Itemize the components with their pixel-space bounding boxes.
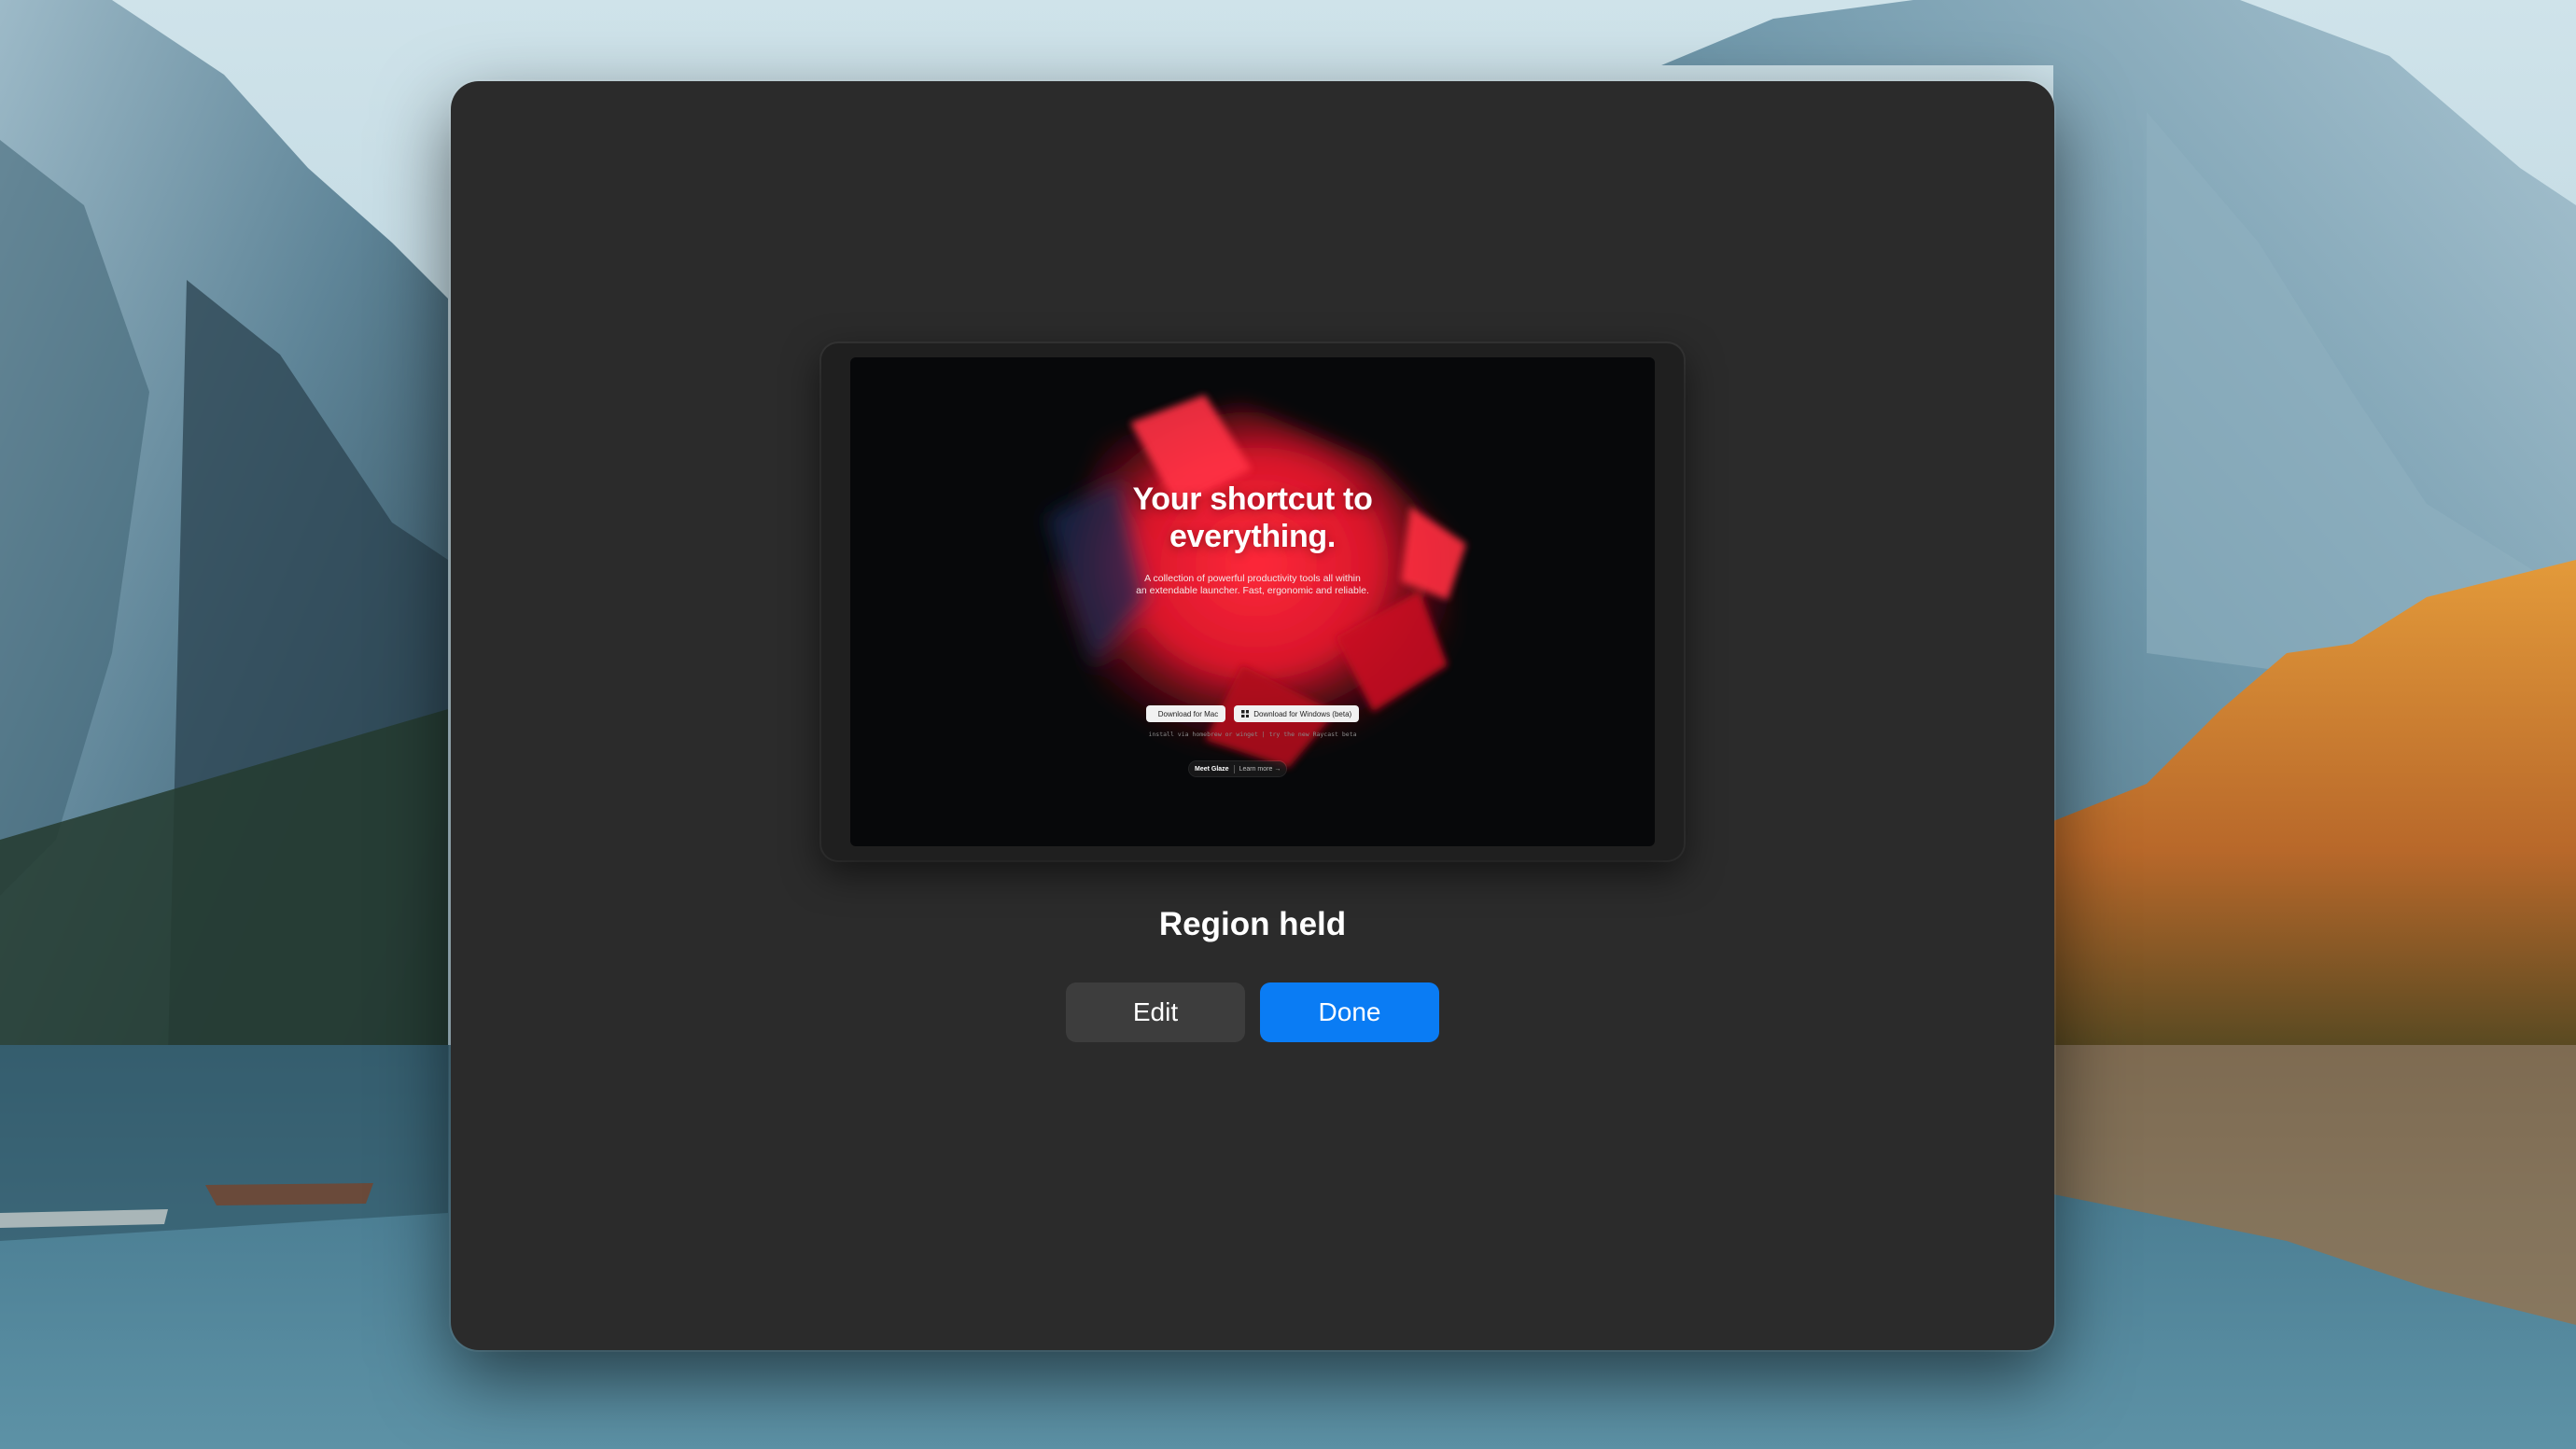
captured-region-preview[interactable]: Your shortcut to everything. A collectio… [850, 357, 1655, 846]
preview-meet-glaze-pill: Meet Glaze Learn more → [1189, 761, 1287, 776]
pill-divider [1233, 764, 1235, 773]
preview-install-hint: install via homebrew or winget | try the… [1148, 731, 1357, 738]
status-title: Region held [1158, 906, 1347, 942]
preview-download-buttons: Download for Mac Download for Windows (b… [850, 705, 1655, 722]
preview-hero-subtitle: A collection of powerful productivity to… [1136, 573, 1369, 596]
preview-download-windows-button: Download for Windows (beta) [1234, 705, 1360, 722]
preview-download-mac-button: Download for Mac [1145, 705, 1226, 722]
windows-icon [1241, 710, 1250, 718]
preview-hero-title: Your shortcut to everything. [1132, 481, 1373, 554]
edit-button[interactable]: Edit [1066, 982, 1245, 1042]
done-button[interactable]: Done [1260, 982, 1439, 1042]
